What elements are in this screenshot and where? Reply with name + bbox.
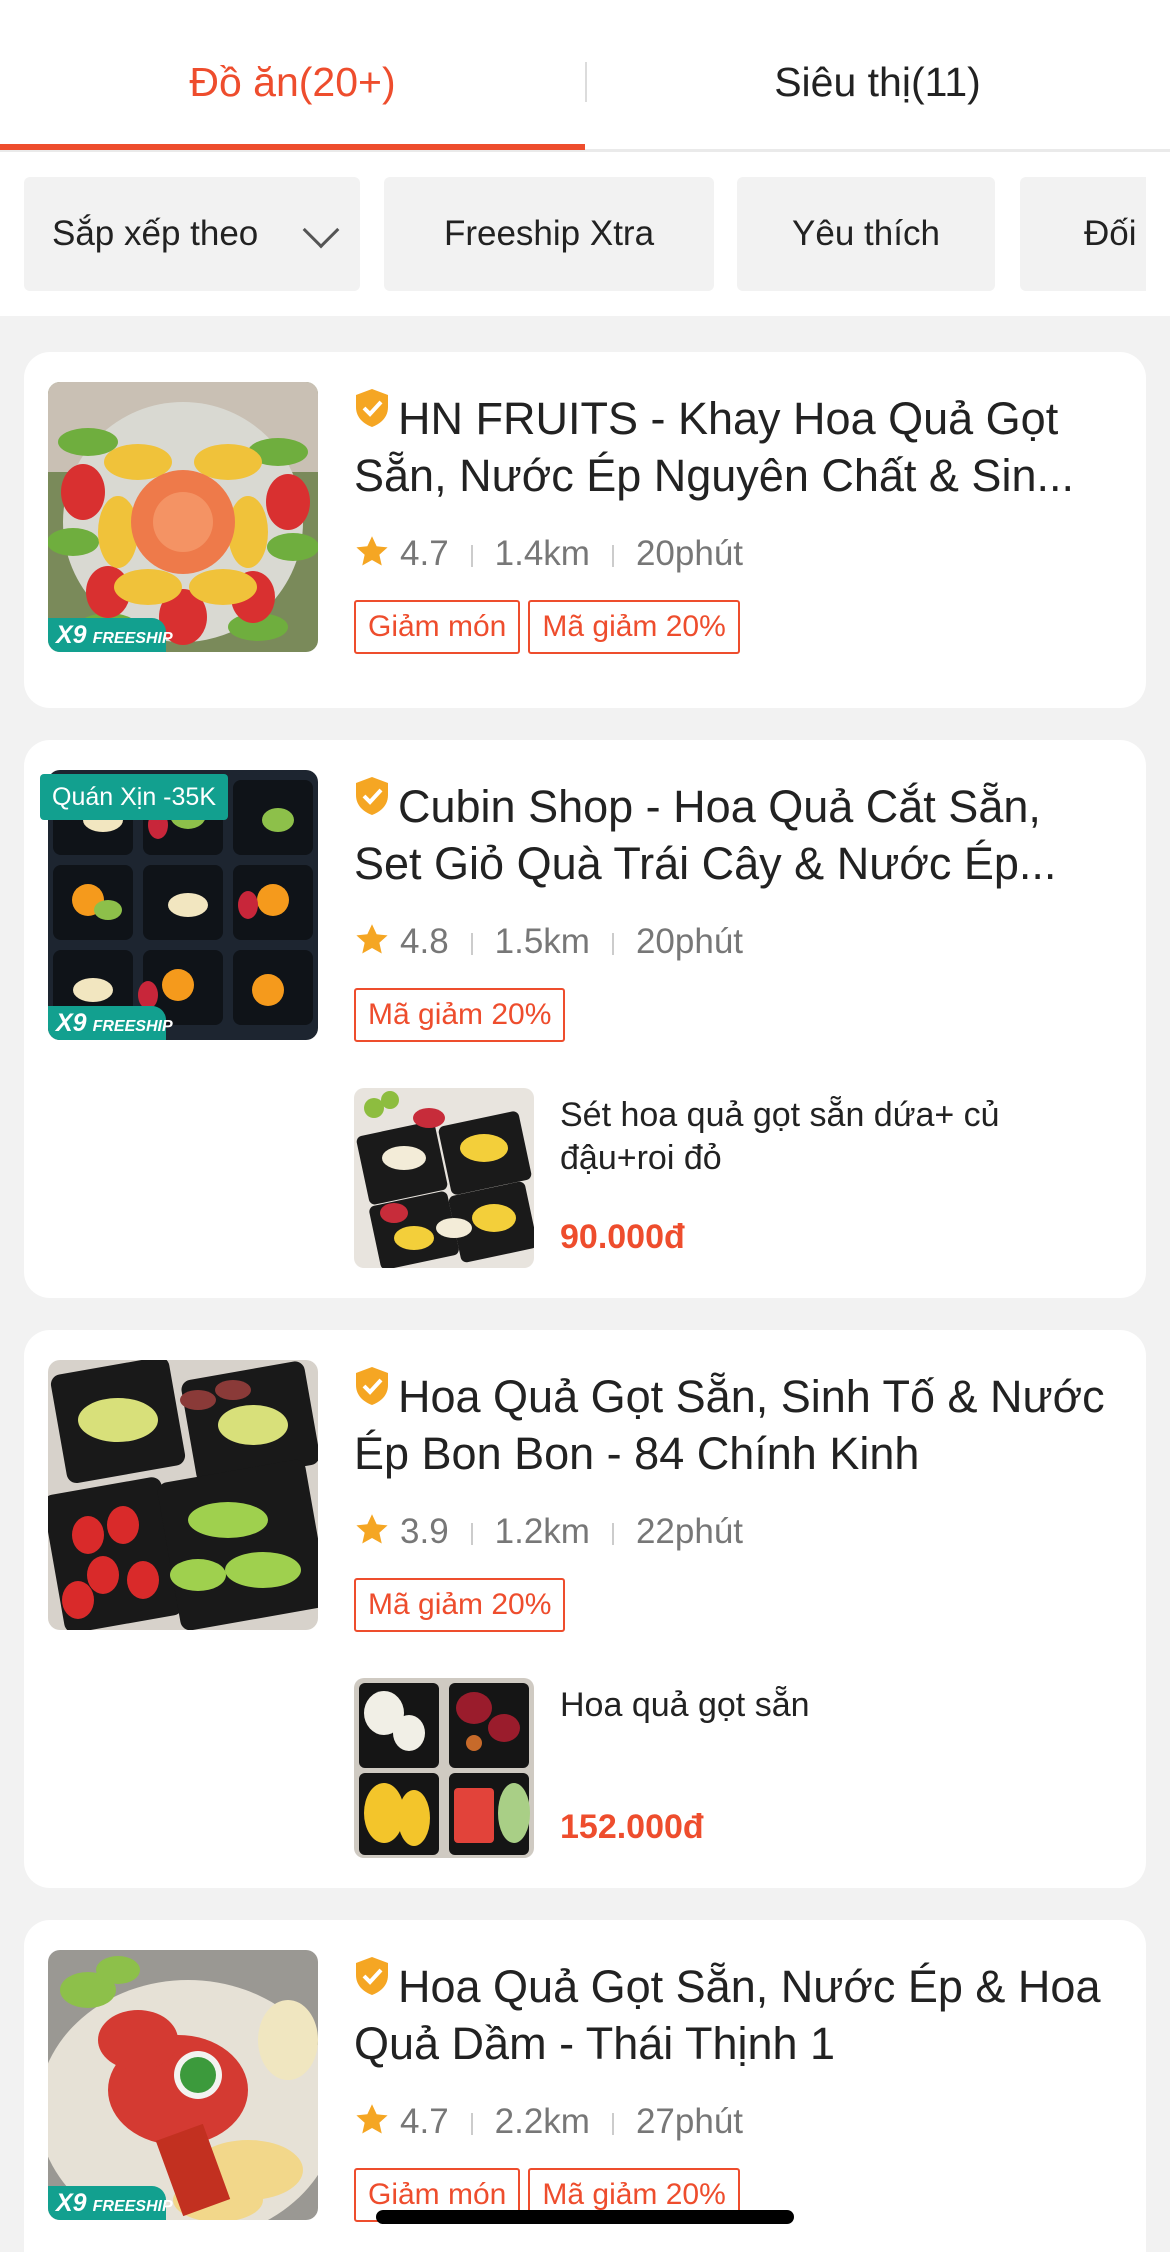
star-icon	[356, 924, 388, 954]
store-card[interactable]: X9 FREESHIP HN FRUITS - Khay Hoa Quả Gọt …	[24, 352, 1146, 708]
freeship-badge: X9 FREESHIP	[48, 618, 173, 652]
store-card[interactable]: X9 FREESHIP Hoa Quả Gọt Sẵn, Nước Ép & Ho…	[24, 1920, 1146, 2252]
store-image: X9 FREESHIP	[48, 1950, 318, 2220]
store-info: Cubin Shop - Hoa Quả Cắt Sẵn, Set Giỏ Qu…	[354, 776, 1120, 1042]
store-info: HN FRUITS - Khay Hoa Quả Gọt Sẵn, Nước É…	[354, 388, 1120, 654]
star-icon	[356, 2104, 388, 2134]
rating: 3.9	[400, 1512, 449, 1551]
filter-partner[interactable]: Đối	[1020, 177, 1146, 291]
dish-image	[354, 1088, 534, 1268]
store-name: HN FRUITS - Khay Hoa Quả Gọt Sẵn, Nước É…	[354, 388, 1120, 502]
dish-name: Sét hoa quả gọt sẵn dứa+ củ đậu+roi đỏ	[560, 1096, 1000, 1177]
delivery-time: 20phút	[635, 534, 744, 573]
store-card[interactable]: Hoa Quả Gọt Sẵn, Sinh Tố & Nước Ép Bon B…	[24, 1330, 1146, 1888]
rating: 4.8	[400, 922, 449, 961]
store-meta: 4.8 1.5km 20phút	[354, 914, 1120, 970]
store-image: X9 FREESHIP	[48, 382, 318, 652]
featured-dish[interactable]: Sét hoa quả gọt sẵn dứa+ củ đậu+roi đỏ 9…	[354, 1088, 1120, 1270]
filter-freeship-xtra[interactable]: Freeship Xtra	[384, 177, 714, 291]
distance: 1.4km	[494, 534, 590, 573]
active-tab-indicator	[0, 144, 585, 150]
sort-dropdown[interactable]: Sắp xếp theo	[24, 177, 360, 291]
store-info: Hoa Quả Gọt Sẵn, Sinh Tố & Nước Ép Bon B…	[354, 1366, 1120, 1632]
distance: 1.2km	[494, 1512, 590, 1551]
promo-tag: Giảm món	[354, 600, 521, 654]
distance: 1.5km	[494, 922, 590, 961]
meta-separator	[611, 1523, 614, 1545]
dish-name: Hoa quả gọt sẵn	[560, 1686, 810, 1724]
sort-label: Sắp xếp theo	[52, 214, 259, 253]
dish-image	[354, 1678, 534, 1858]
meta-separator	[611, 2113, 614, 2135]
promo-list: Mã giảm 20%	[354, 988, 1120, 1042]
promo-tag: Mã giảm 20%	[354, 1578, 566, 1632]
dish-price: 90.000đ	[560, 1218, 685, 1256]
store-name: Hoa Quả Gọt Sẵn, Sinh Tố & Nước Ép Bon B…	[354, 1366, 1120, 1480]
header: Đồ ăn(20+) Siêu thị(11) Sắp xếp theo Fre…	[0, 0, 1170, 316]
delivery-time: 22phút	[635, 1512, 744, 1551]
store-image	[48, 1360, 318, 1630]
star-icon	[356, 1514, 388, 1544]
meta-separator	[611, 933, 614, 955]
promo-tag: Mã giảm 20%	[528, 600, 740, 654]
meta-separator	[470, 545, 473, 567]
promo-list: Mã giảm 20%	[354, 1578, 1120, 1632]
tab-supermarket[interactable]: Siêu thị(11)	[585, 52, 1170, 112]
verified-shield-icon	[356, 777, 388, 815]
freeship-badge: X9 FREESHIP	[48, 1006, 173, 1040]
verified-shield-icon	[356, 1957, 388, 1995]
delivery-time: 27phút	[635, 2102, 744, 2141]
store-card[interactable]: X9 FREESHIP Quán Xịn -35K Cubin Shop - Ho…	[24, 740, 1146, 1298]
store-name: Cubin Shop - Hoa Quả Cắt Sẵn, Set Giỏ Qu…	[354, 776, 1120, 890]
meta-separator	[611, 545, 614, 567]
chevron-down-icon	[302, 211, 340, 249]
meta-separator	[470, 1523, 473, 1545]
filter-favorite[interactable]: Yêu thích	[737, 177, 995, 291]
verified-shield-icon	[356, 389, 388, 427]
store-info: Hoa Quả Gọt Sẵn, Nước Ép & Hoa Quả Dầm -…	[354, 1956, 1120, 2222]
meta-separator	[470, 2113, 473, 2135]
featured-dish[interactable]: Hoa quả gọt sẵn 152.000đ	[354, 1678, 1120, 1860]
rating: 4.7	[400, 2102, 449, 2141]
delivery-time: 20phút	[635, 922, 744, 961]
rating: 4.7	[400, 534, 449, 573]
distance: 2.2km	[494, 2102, 590, 2141]
star-icon	[356, 536, 388, 566]
promo-tag: Mã giảm 20%	[354, 988, 566, 1042]
meta-separator	[470, 933, 473, 955]
filter-bar: Sắp xếp theo Freeship Xtra Yêu thích Đối	[24, 177, 1146, 291]
store-meta: 4.7 1.4km 20phút	[354, 526, 1120, 582]
verified-shield-icon	[356, 1367, 388, 1405]
store-meta: 4.7 2.2km 27phút	[354, 2094, 1120, 2150]
store-meta: 3.9 1.2km 22phút	[354, 1504, 1120, 1560]
deal-badge: Quán Xịn -35K	[40, 774, 228, 820]
freeship-badge: X9 FREESHIP	[48, 2186, 173, 2220]
tab-bar: Đồ ăn(20+) Siêu thị(11)	[0, 0, 1170, 152]
tab-food[interactable]: Đồ ăn(20+)	[0, 52, 585, 112]
dish-price: 152.000đ	[560, 1808, 704, 1846]
home-indicator	[376, 2210, 794, 2224]
store-name: Hoa Quả Gọt Sẵn, Nước Ép & Hoa Quả Dầm -…	[354, 1956, 1120, 2070]
promo-list: Giảm món Mã giảm 20%	[354, 600, 1120, 654]
